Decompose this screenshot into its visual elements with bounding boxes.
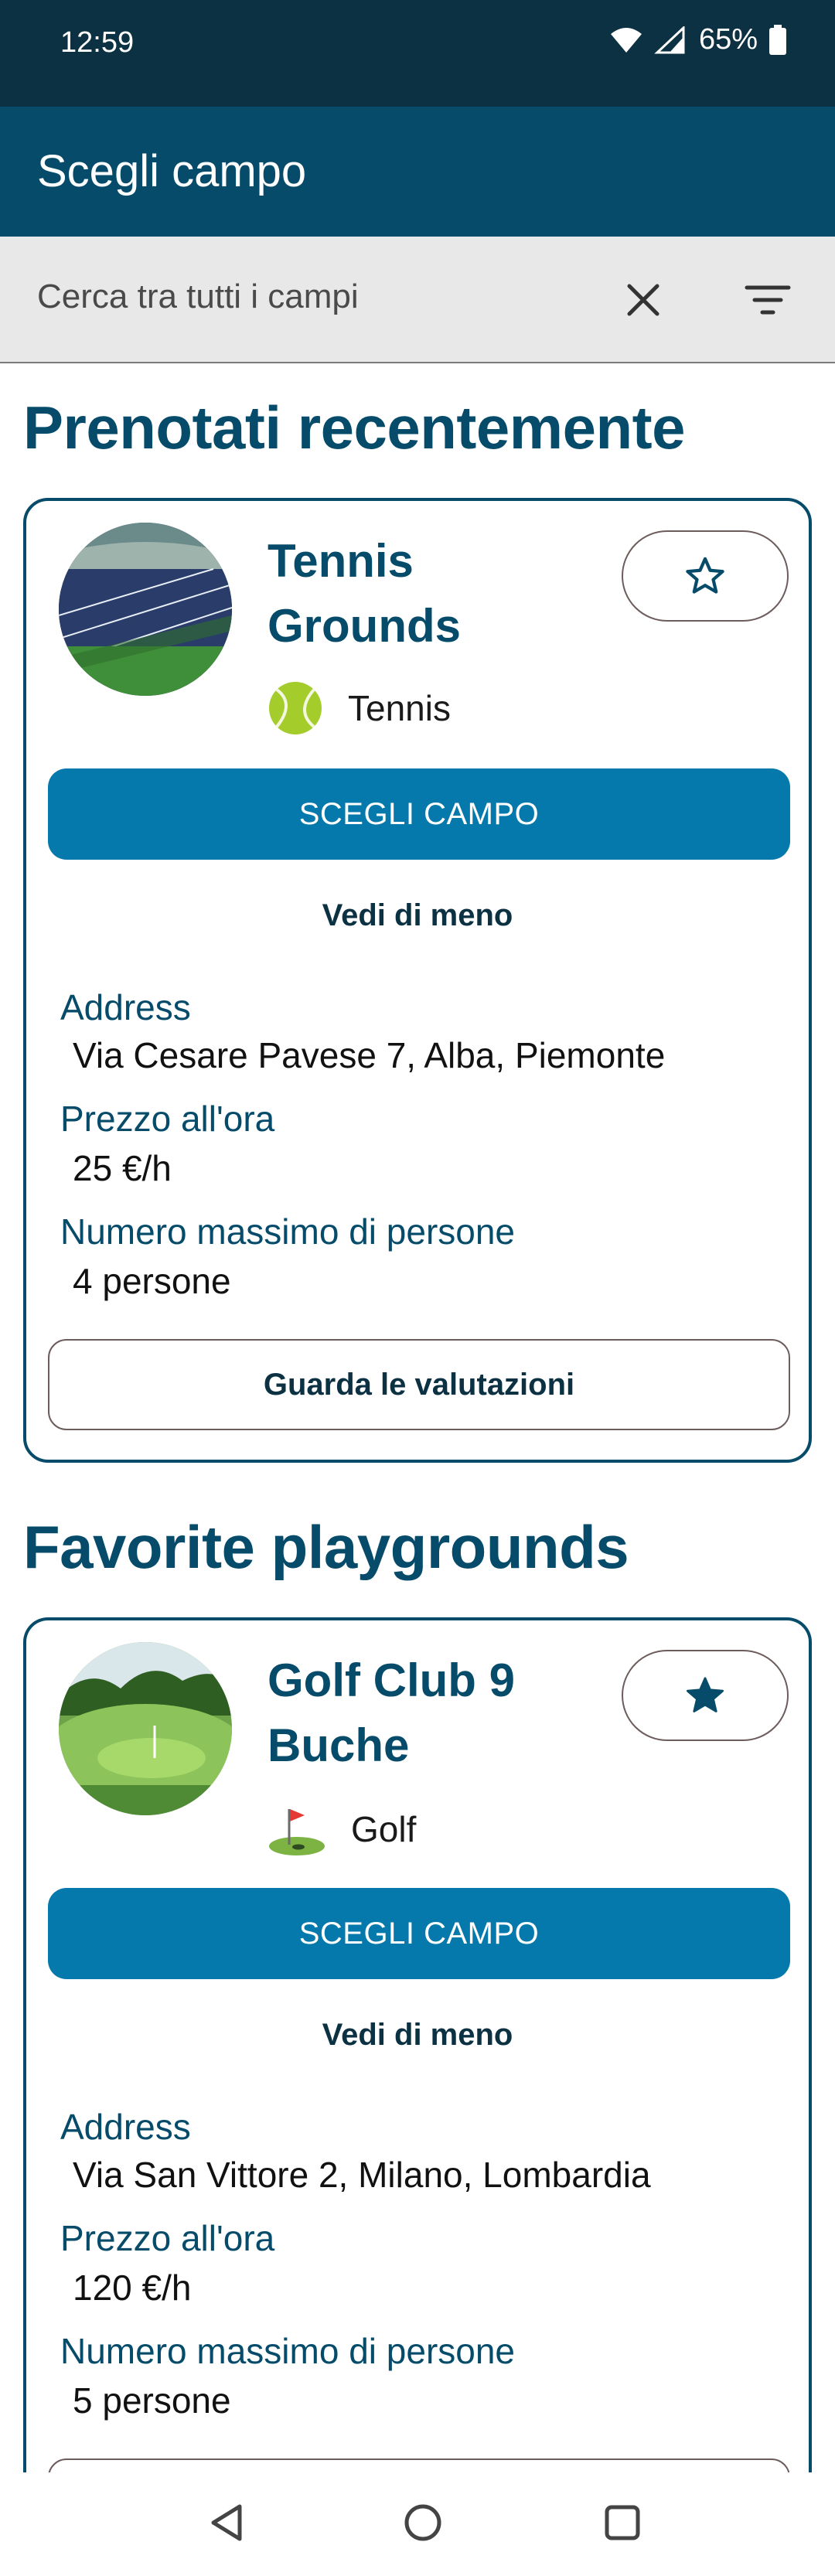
price-label: Prezzo all'ora [60,1099,275,1139]
search-input[interactable] [37,274,578,320]
playground-name: Tennis Grounds [268,535,461,652]
sport-label: Tennis [348,688,451,728]
playground-thumbnail [59,523,232,696]
battery-percent: 65% [698,23,758,56]
status-time: 12:59 [60,26,135,59]
max-people-label: Numero massimo di persone [60,2331,516,2371]
wifi-icon [610,27,642,53]
sport-row: Tennis [268,680,451,736]
show-less-link[interactable]: Vedi di meno [26,898,809,933]
section-title-recent: Prenotati recentemente [23,394,685,462]
max-people-value: 4 persone [73,1261,231,1301]
status-icons: 65% [609,23,787,56]
choose-field-button[interactable]: SCEGLI CAMPO [48,768,790,860]
max-people-label: Numero massimo di persone [60,1211,516,1252]
address-label: Address [60,2107,191,2147]
sport-label: Golf [351,1809,417,1849]
address-label: Address [60,987,191,1027]
close-icon[interactable] [619,275,668,325]
signal-icon [654,26,685,53]
recent-playground-card: Tennis Grounds Tennis SCEGLI CAMPO Vedi … [23,498,812,1463]
system-nav-bar [0,2472,835,2576]
search-bar [0,237,835,363]
max-people-value: 5 persone [73,2380,231,2421]
sport-row: Golf [268,1800,416,1859]
app-bar: Scegli campo [0,107,835,237]
favorite-toggle-button[interactable] [622,1650,789,1741]
address-value: Via San Vittore 2, Milano, Lombardia [73,2155,651,2195]
filter-icon[interactable] [741,275,795,325]
favorite-playground-card: Golf Club 9 Buche Golf SCEGLI CAMPO Vedi… [23,1617,812,2576]
home-icon[interactable] [396,2496,450,2550]
battery-icon [769,24,786,55]
tennis-ball-icon [269,682,322,734]
view-reviews-button[interactable]: Guarda le valutazioni [48,1339,790,1430]
price-value: 120 €/h [73,2268,192,2308]
star-filled-icon [686,1677,724,1712]
section-title-favorites: Favorite playgrounds [23,1513,629,1581]
address-value: Via Cesare Pavese 7, Alba, Piemonte [73,1035,666,1075]
star-outline-icon [686,557,724,594]
price-label: Prezzo all'ora [60,2218,275,2258]
status-bar: 12:59 65% [0,0,835,107]
golf-flag-icon [269,1809,325,1855]
page-title: Scegli campo [37,146,307,196]
choose-field-button[interactable]: SCEGLI CAMPO [48,1888,790,1979]
show-less-link[interactable]: Vedi di meno [26,2018,809,2053]
favorite-toggle-button[interactable] [622,530,789,622]
playground-thumbnail [59,1642,232,1815]
price-value: 25 €/h [73,1148,172,1188]
recents-icon[interactable] [595,2496,649,2550]
back-icon[interactable] [199,2496,254,2550]
playground-name: Golf Club 9 Buche [268,1654,515,1771]
